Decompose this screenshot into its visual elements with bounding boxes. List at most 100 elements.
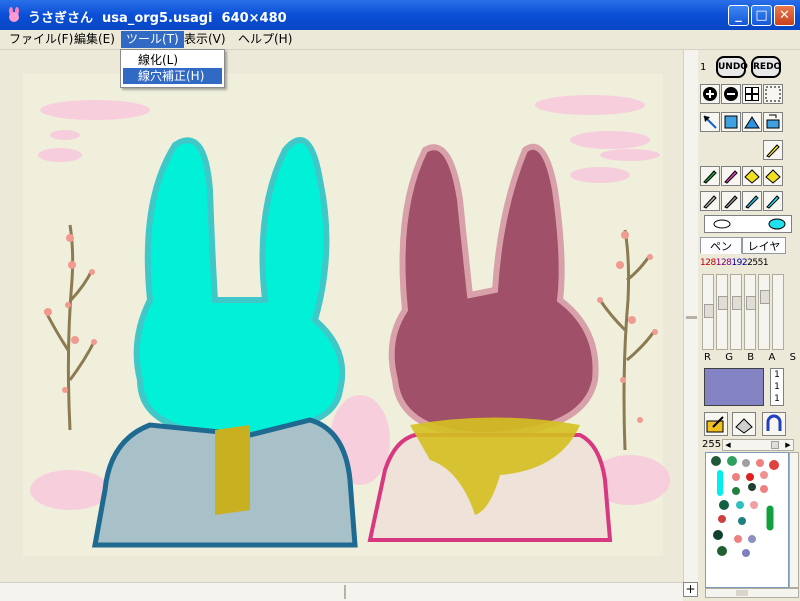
gray-pen-icon: [724, 195, 738, 209]
label-s: S: [789, 352, 796, 363]
rgb-value: 1: [774, 394, 780, 404]
title-bar: うさぎさん usa_org5.usagi 640×480 _ □ ✕: [0, 0, 800, 30]
pen-cyan2-button[interactable]: [763, 191, 783, 211]
pen-cyan-button[interactable]: [742, 191, 762, 211]
fill-icon: [724, 115, 738, 129]
slider-3[interactable]: [730, 274, 742, 350]
select-rect-button[interactable]: [763, 84, 783, 104]
eraser-icon: [735, 418, 753, 434]
left-arrow-icon[interactable]: ◀: [723, 440, 733, 450]
opacity-slider[interactable]: ◀ ▶: [722, 439, 794, 451]
hscroll-thumb[interactable]: [344, 585, 346, 599]
right-arrow-icon[interactable]: ▶: [783, 440, 793, 450]
slider-4[interactable]: [744, 274, 756, 350]
fill-tool-button[interactable]: [721, 112, 741, 132]
drawing-canvas[interactable]: [0, 50, 683, 582]
close-button[interactable]: ✕: [774, 5, 795, 26]
move-icon: [703, 115, 717, 129]
maximize-button[interactable]: □: [751, 5, 772, 26]
pen-size-digit: 1: [762, 258, 769, 268]
grid-button[interactable]: [742, 84, 762, 104]
menu-item-line-convert[interactable]: 線化(L): [123, 52, 222, 68]
yellow-eraser-icon: [765, 169, 781, 184]
color-palette[interactable]: [705, 452, 789, 588]
pen-gray-button[interactable]: [700, 191, 720, 211]
yellow-marker-icon: [766, 144, 780, 158]
canvas-area[interactable]: [0, 50, 683, 582]
undo-button[interactable]: UNDO: [716, 56, 748, 78]
rgb-value: 1: [774, 370, 780, 380]
pen-green-button[interactable]: [700, 166, 720, 186]
history-index: 1: [700, 62, 707, 73]
folder-pencil-icon: [706, 416, 724, 433]
eraser-yellow-button[interactable]: [742, 166, 762, 186]
minimize-icon: _: [735, 8, 742, 23]
slider-6[interactable]: [772, 274, 784, 350]
label-r: R: [704, 352, 711, 363]
slider-2[interactable]: [716, 274, 728, 350]
current-color-swatch[interactable]: [704, 368, 764, 406]
green-pen-icon: [703, 170, 717, 184]
slider-thumb[interactable]: [732, 296, 742, 310]
slider-thumb[interactable]: [718, 296, 728, 310]
highlighter-pen-button[interactable]: [763, 140, 783, 160]
menu-help[interactable]: ヘルプ(H): [233, 31, 297, 48]
palette-hscroll-thumb[interactable]: [736, 590, 748, 596]
grid-icon: [745, 87, 759, 101]
menu-edit[interactable]: 編集(E): [69, 31, 120, 48]
close-icon: ✕: [779, 8, 790, 23]
vertical-scrollbar[interactable]: [683, 50, 699, 582]
zoom-in-icon: [703, 87, 717, 101]
empty-slot: [700, 140, 720, 160]
minimize-button[interactable]: _: [728, 5, 749, 26]
vscroll-thumb[interactable]: [686, 316, 697, 319]
tab-pen[interactable]: ペン: [700, 237, 742, 254]
menu-item-line-hole-fix[interactable]: 線穴補正(H): [123, 68, 222, 84]
pen-gray2-button[interactable]: [721, 191, 741, 211]
cyan-pen-icon: [766, 195, 780, 209]
paste-button[interactable]: [704, 412, 728, 436]
gray-pen-icon: [703, 195, 717, 209]
label-a: A: [768, 352, 776, 363]
cyan-pen-icon: [745, 195, 759, 209]
slider-thumb[interactable]: [704, 304, 714, 318]
menu-bar: ファイル(F) 編集(E) ツール(T) 表示(V) ヘルプ(H): [0, 30, 800, 50]
pen-magenta-button[interactable]: [721, 166, 741, 186]
gradient-tool-button[interactable]: [742, 112, 762, 132]
transform-tool-button[interactable]: [763, 112, 783, 132]
undo-magnet-button[interactable]: [762, 412, 786, 436]
zoom-plus-button[interactable]: +: [683, 582, 698, 597]
magnet-icon: [766, 414, 782, 431]
menu-view[interactable]: 表示(V): [179, 31, 231, 48]
pen-size-readout: 1281281922551: [700, 258, 796, 270]
empty-slot: [742, 140, 762, 160]
menu-tool[interactable]: ツール(T): [121, 31, 184, 48]
opacity-thumb[interactable]: [771, 441, 779, 449]
slider-thumb[interactable]: [746, 296, 756, 310]
rgb-value-column: 1 1 1: [770, 368, 784, 406]
eraser-yellow2-button[interactable]: [763, 166, 783, 186]
tab-layer[interactable]: レイヤ: [742, 237, 786, 254]
slider-thumb[interactable]: [760, 290, 770, 304]
horizontal-scrollbar[interactable]: [0, 582, 683, 601]
redo-button[interactable]: REDO: [751, 56, 781, 78]
slider-5[interactable]: [758, 274, 770, 350]
menu-file[interactable]: ファイル(F): [4, 31, 78, 48]
rgb-value: 1: [774, 382, 780, 392]
tool-dropdown-menu: 線化(L) 線穴補正(H): [120, 49, 225, 88]
mountain-icon: [744, 116, 760, 129]
palette-hscrollbar[interactable]: [705, 588, 799, 598]
zoom-out-icon: [724, 87, 738, 101]
zoom-out-button[interactable]: [721, 84, 741, 104]
palette-swatches: [711, 456, 779, 557]
zoom-in-button[interactable]: [700, 84, 720, 104]
rgba-labels: R G B A S: [704, 352, 796, 364]
brush-shapes-icon: [713, 218, 786, 230]
window-title: うさぎさん usa_org5.usagi 640×480: [28, 11, 287, 26]
eraser-button[interactable]: [732, 412, 756, 436]
magenta-pen-icon: [724, 170, 738, 184]
move-tool-button[interactable]: [700, 112, 720, 132]
brush-shape-selector[interactable]: [704, 215, 792, 233]
palette-scrollbar[interactable]: [789, 452, 799, 588]
empty-slot: [721, 140, 741, 160]
